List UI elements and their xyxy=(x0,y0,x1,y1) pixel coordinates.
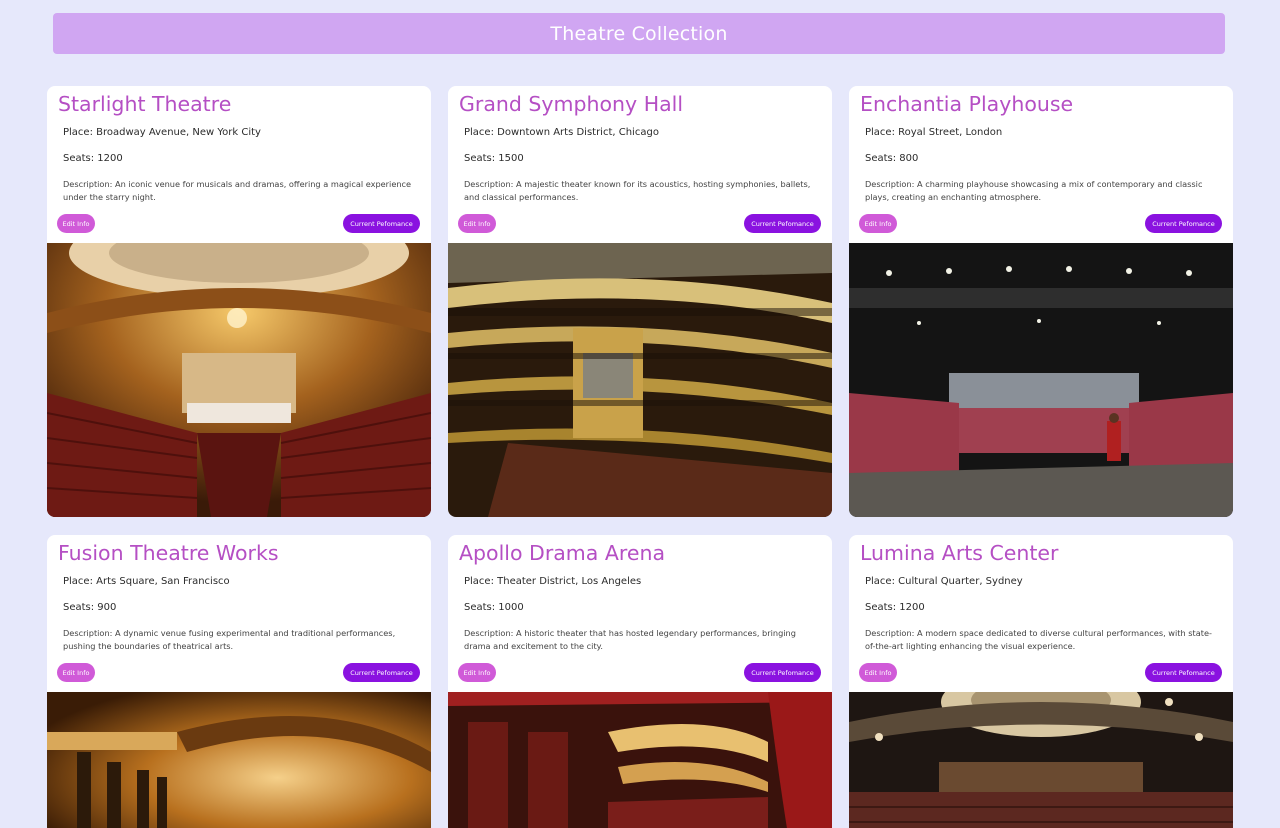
theatre-name: Starlight Theatre xyxy=(58,92,232,116)
current-performance-button[interactable]: Current Pefomance xyxy=(1145,663,1222,682)
theatre-name: Apollo Drama Arena xyxy=(459,541,666,565)
edit-info-button[interactable]: Edit Info xyxy=(458,663,496,682)
edit-info-button[interactable]: Edit Info xyxy=(57,214,95,233)
theatre-place: Place: Royal Street, London xyxy=(865,127,1003,138)
current-performance-button[interactable]: Current Pefomance xyxy=(744,663,821,682)
theatre-grid: Starlight Theatre Place: Broadway Avenue… xyxy=(0,0,1280,828)
theatre-description: Description: A majestic theater known fo… xyxy=(464,179,811,202)
current-performance-button[interactable]: Current Pefomance xyxy=(744,214,821,233)
theatre-photo xyxy=(448,243,832,517)
theatre-description: Description: A historic theater that has… xyxy=(464,628,796,651)
theatre-photo xyxy=(47,692,431,828)
edit-info-button[interactable]: Edit Info xyxy=(859,663,897,682)
theatre-place: Place: Broadway Avenue, New York City xyxy=(63,127,261,138)
current-performance-button[interactable]: Current Pefomance xyxy=(343,663,420,682)
theatre-card: Enchantia Playhouse Place: Royal Street,… xyxy=(849,86,1233,517)
theatre-seats: Seats: 1000 xyxy=(464,602,524,613)
theatre-description: Description: An iconic venue for musical… xyxy=(63,179,412,202)
edit-info-button[interactable]: Edit Info xyxy=(458,214,496,233)
edit-info-button[interactable]: Edit Info xyxy=(859,214,897,233)
theatre-name: Enchantia Playhouse xyxy=(860,92,1074,116)
theatre-photo xyxy=(849,692,1233,828)
theatre-photo xyxy=(849,243,1233,517)
theatre-seats: Seats: 900 xyxy=(63,602,117,613)
theatre-seats: Seats: 800 xyxy=(865,153,919,164)
edit-info-button[interactable]: Edit Info xyxy=(57,663,95,682)
theatre-card: Fusion Theatre Works Place: Arts Square,… xyxy=(47,535,431,828)
theatre-place: Place: Downtown Arts District, Chicago xyxy=(464,127,659,138)
theatre-place: Place: Cultural Quarter, Sydney xyxy=(865,576,1023,587)
theatre-card: Apollo Drama Arena Place: Theater Distri… xyxy=(448,535,832,828)
theatre-place: Place: Arts Square, San Francisco xyxy=(63,576,230,587)
theatre-name: Grand Symphony Hall xyxy=(459,92,684,116)
theatre-seats: Seats: 1500 xyxy=(464,153,524,164)
theatre-name: Lumina Arts Center xyxy=(860,541,1059,565)
theatre-place: Place: Theater District, Los Angeles xyxy=(464,576,642,587)
current-performance-button[interactable]: Current Pefomance xyxy=(1145,214,1222,233)
theatre-photo xyxy=(47,243,431,517)
theatre-name: Fusion Theatre Works xyxy=(58,541,279,565)
theatre-seats: Seats: 1200 xyxy=(865,602,925,613)
theatre-seats: Seats: 1200 xyxy=(63,153,123,164)
theatre-card: Grand Symphony Hall Place: Downtown Arts… xyxy=(448,86,832,517)
theatre-card: Starlight Theatre Place: Broadway Avenue… xyxy=(47,86,431,517)
theatre-description: Description: A charming playhouse showca… xyxy=(865,179,1203,202)
current-performance-button[interactable]: Current Pefomance xyxy=(343,214,420,233)
theatre-description: Description: A dynamic venue fusing expe… xyxy=(63,628,396,651)
theatre-photo xyxy=(448,692,832,828)
theatre-card: Lumina Arts Center Place: Cultural Quart… xyxy=(849,535,1233,828)
theatre-description: Description: A modern space dedicated to… xyxy=(865,628,1212,651)
